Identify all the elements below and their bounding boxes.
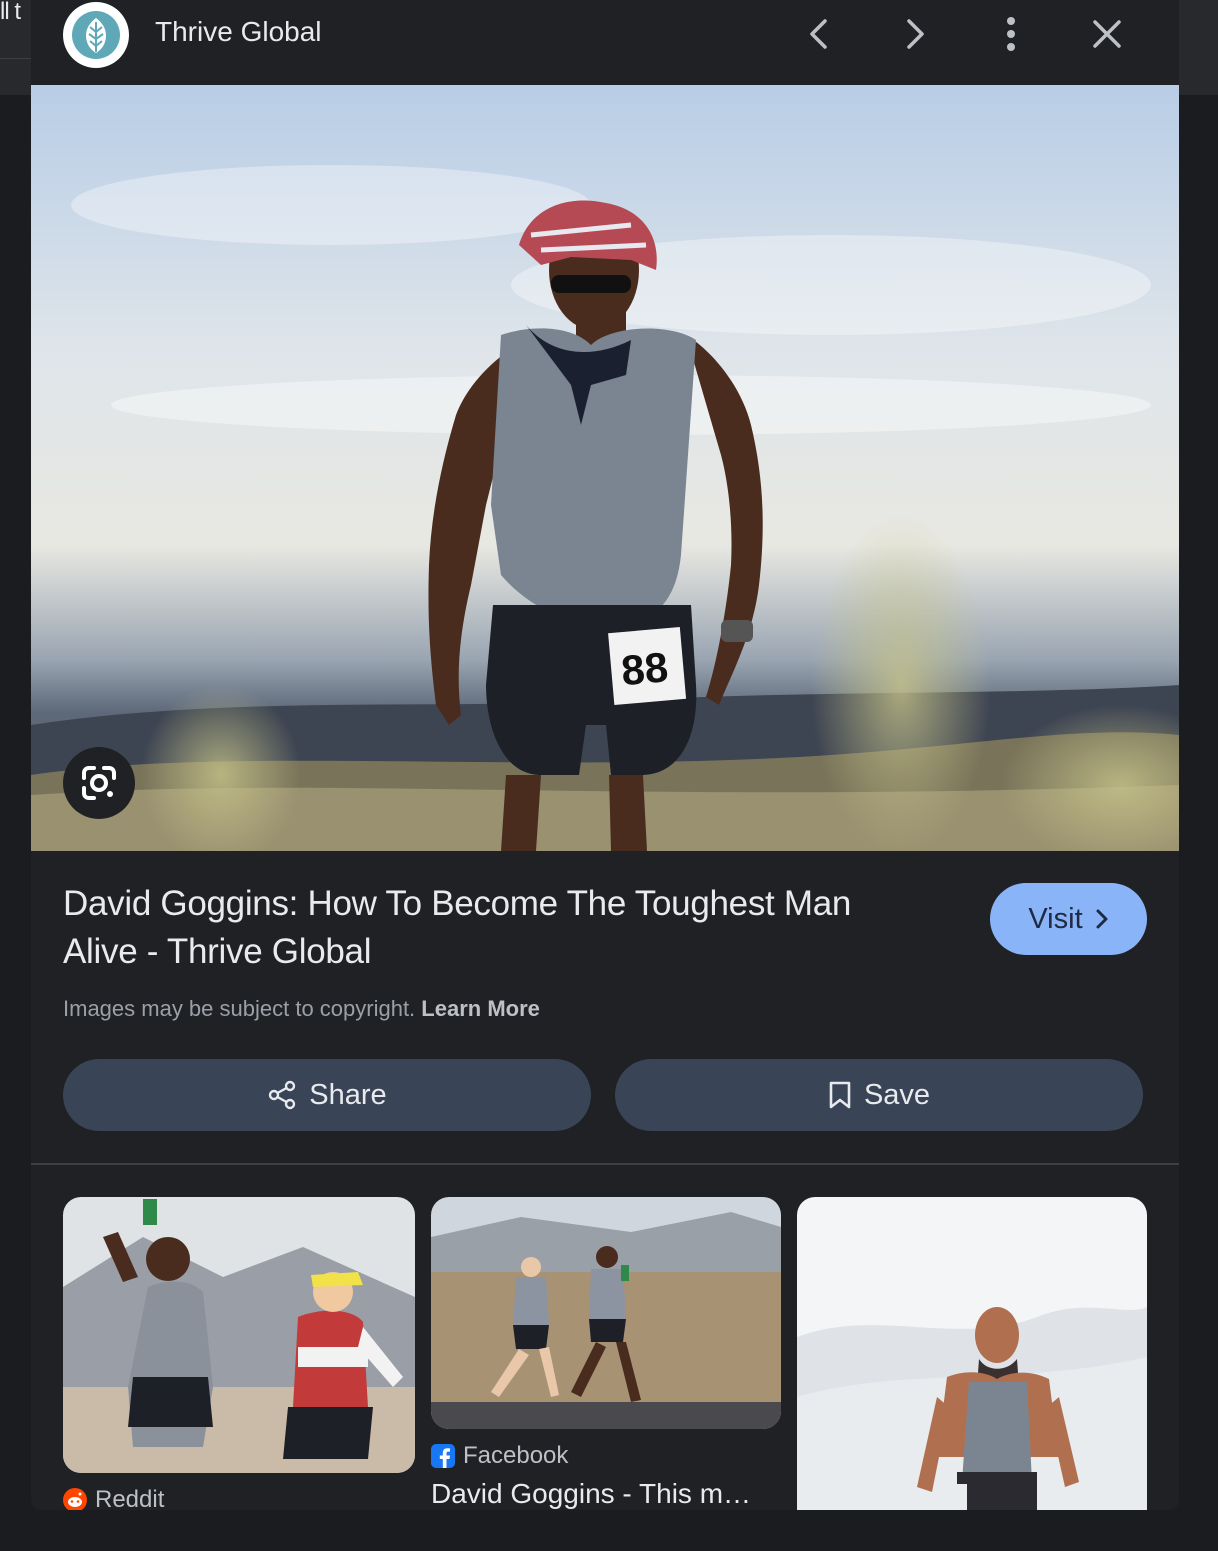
copyright-notice: Images may be subject to copyright. Lear… xyxy=(63,996,540,1022)
related-photo-2 xyxy=(431,1197,781,1429)
image-preview-panel: Thrive Global 88 David Goggins: How To B… xyxy=(31,0,1179,1510)
visit-button[interactable]: Visit xyxy=(990,883,1147,955)
previous-button[interactable] xyxy=(797,12,841,56)
main-image[interactable]: 88 xyxy=(31,85,1179,851)
site-name[interactable]: Thrive Global xyxy=(155,16,322,48)
share-icon xyxy=(269,1080,296,1110)
close-button[interactable] xyxy=(1085,12,1129,56)
chevron-right-icon xyxy=(1096,909,1108,929)
related-image-3[interactable] xyxy=(797,1197,1147,1510)
chevron-left-icon xyxy=(810,19,827,49)
facebook-icon xyxy=(431,1444,455,1468)
runner-photo: 88 xyxy=(31,85,1179,851)
background-divider xyxy=(0,58,31,59)
lens-icon xyxy=(82,766,116,800)
copyright-text: Images may be subject to copyright. xyxy=(63,996,416,1021)
more-vert-icon xyxy=(1007,17,1015,51)
related-image-facebook[interactable] xyxy=(431,1197,781,1429)
related-source-reddit: Reddit xyxy=(63,1486,164,1510)
related-photo-3 xyxy=(797,1197,1147,1510)
google-lens-button[interactable] xyxy=(63,747,135,819)
reddit-icon xyxy=(63,1488,87,1510)
save-button[interactable]: Save xyxy=(615,1059,1143,1131)
bookmark-icon xyxy=(829,1081,851,1109)
related-image-reddit[interactable] xyxy=(63,1197,415,1473)
related-photo-1 xyxy=(63,1197,415,1473)
chevron-right-icon xyxy=(907,19,924,49)
learn-more-link[interactable]: Learn More xyxy=(421,996,540,1021)
section-divider xyxy=(31,1163,1179,1165)
thrive-leaf-icon xyxy=(72,11,120,59)
close-icon xyxy=(1093,20,1121,48)
reddit-source-label: Reddit xyxy=(95,1486,165,1510)
save-label: Save xyxy=(863,1078,931,1111)
share-button[interactable]: Share xyxy=(63,1059,591,1131)
preview-header: Thrive Global xyxy=(31,0,1179,85)
site-logo[interactable] xyxy=(63,2,129,68)
next-button[interactable] xyxy=(893,12,937,56)
related-source-facebook: Facebook xyxy=(431,1442,568,1470)
more-options-button[interactable] xyxy=(989,12,1033,56)
background-page-edge-right xyxy=(1179,0,1218,95)
related-caption-facebook[interactable]: David Goggins - This m… xyxy=(431,1478,751,1510)
facebook-source-label: Facebook xyxy=(463,1442,569,1469)
bib-number: 88 xyxy=(619,643,670,694)
share-label: Share xyxy=(309,1078,387,1111)
visit-label: Visit xyxy=(1028,902,1083,935)
result-title[interactable]: David Goggins: How To Become The Toughes… xyxy=(63,880,923,976)
background-page-text: ll t xyxy=(0,0,21,25)
background-page-edge: ll t xyxy=(0,0,31,95)
